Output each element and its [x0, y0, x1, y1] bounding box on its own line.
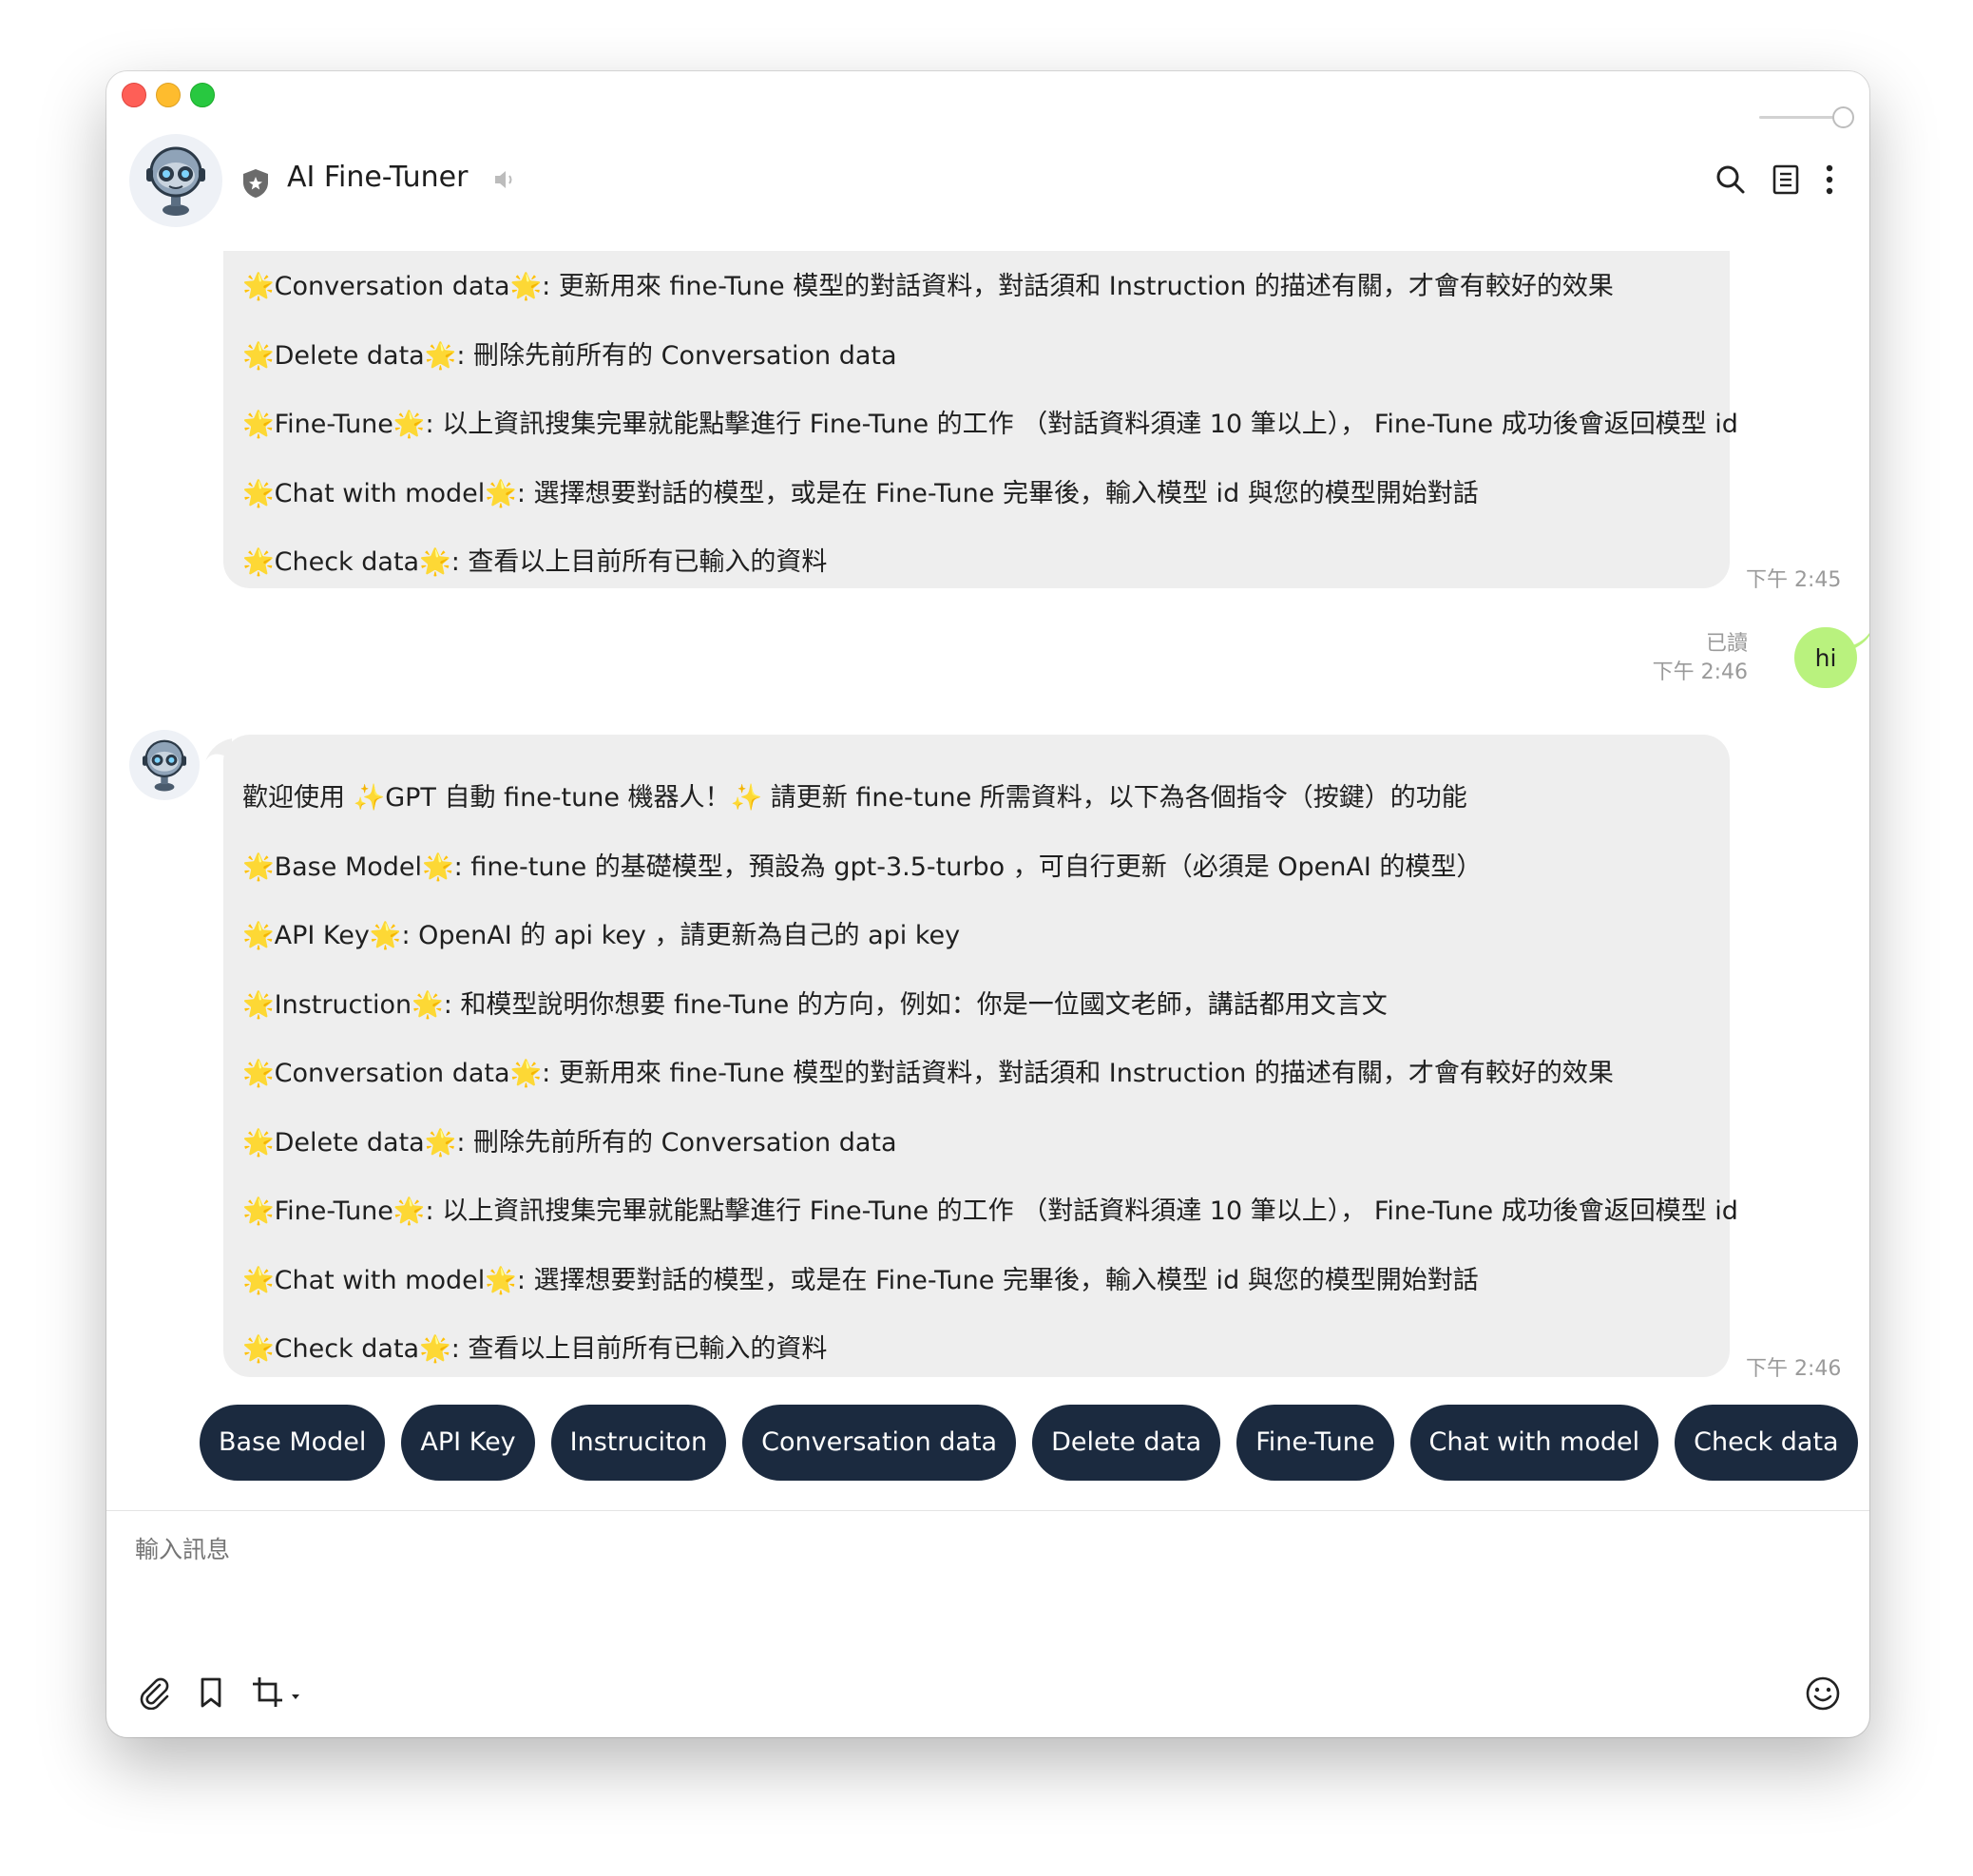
quick-reply-base-model[interactable]: Base Model — [200, 1405, 386, 1481]
minimize-window-button[interactable] — [156, 83, 181, 107]
chat-header: AI Fine-Tuner — [129, 134, 1847, 233]
message-line: 🌟Conversation data🌟: 更新用來 fine-Tune 模型的對… — [242, 272, 1614, 301]
bookmark-icon[interactable] — [194, 1675, 228, 1713]
bot-message-bubble: 歡迎使用 ✨GPT 自動 fine-tune 機器人！✨ 請更新 fine-tu… — [223, 735, 1738, 1377]
read-receipt: 已讀 下午 2:46 — [1653, 630, 1748, 687]
composer-toolbar — [137, 1675, 302, 1713]
message-line: 🌟Instruction🌟: 和模型說明你想要 fine-Tune 的方向，例如… — [242, 989, 1388, 1020]
quick-reply-check-data[interactable]: Check data — [1675, 1405, 1858, 1481]
message-line: 🌟Delete data🌟: 刪除先前所有的 Conversation data — [242, 340, 897, 371]
message-input[interactable] — [133, 1535, 1753, 1564]
quick-reply-api-key[interactable]: API Key — [401, 1405, 535, 1481]
user-message-text: hi — [1814, 643, 1837, 672]
message-line: 🌟Base Model🌟: fine-tune 的基礎模型，預設為 gpt-3.… — [242, 852, 1483, 882]
bot-avatar-small[interactable] — [129, 730, 200, 800]
robot-icon — [146, 146, 205, 216]
notes-icon[interactable] — [1772, 164, 1799, 195]
search-icon[interactable] — [1715, 164, 1746, 195]
more-icon[interactable] — [1826, 164, 1833, 195]
slider-track — [1759, 116, 1841, 119]
message-time: 下午 2:45 — [1746, 568, 1842, 592]
read-status: 已讀 — [1705, 632, 1748, 656]
message-line: 🌟Delete data🌟: 刪除先前所有的 Conversation data — [242, 1127, 897, 1158]
message-line: 🌟API Key🌟: OpenAI 的 api key ，請更新為自己的 api… — [242, 921, 961, 950]
message-time: 下午 2:46 — [1746, 1357, 1842, 1381]
bot-avatar[interactable] — [129, 134, 222, 227]
header-actions — [1715, 164, 1833, 195]
quick-reply-conversation-data[interactable]: Conversation data — [742, 1405, 1017, 1481]
mute-icon[interactable] — [492, 168, 517, 195]
message-time: 下午 2:46 — [1652, 660, 1748, 684]
robot-icon — [142, 739, 187, 792]
message-line: 🌟Check data🌟: 查看以上目前所有已輸入的資料 — [242, 1334, 828, 1364]
message-line: 🌟Conversation data🌟: 更新用來 fine-Tune 模型的對… — [242, 1059, 1614, 1088]
quick-reply-fine-tune[interactable]: Fine-Tune — [1236, 1405, 1394, 1481]
quick-reply-bar: Base Model API Key Instruciton Conversat… — [200, 1405, 1858, 1481]
paperclip-icon[interactable] — [137, 1675, 171, 1713]
shield-icon — [241, 168, 270, 202]
crop-icon[interactable] — [251, 1675, 302, 1713]
quick-reply-delete-data[interactable]: Delete data — [1032, 1405, 1221, 1481]
close-window-button[interactable] — [122, 83, 146, 107]
message-line: 🌟Fine-Tune🌟: 以上資訊搜集完畢就能點擊進行 Fine-Tune 的工… — [242, 410, 1738, 439]
message-line: 🌟Fine-Tune🌟: 以上資訊搜集完畢就能點擊進行 Fine-Tune 的工… — [242, 1196, 1738, 1226]
quick-reply-instruction[interactable]: Instruciton — [550, 1405, 727, 1481]
app-window: AI Fine-Tuner 🌟Conversation data🌟: 更新用來 … — [106, 71, 1869, 1737]
window-controls — [122, 83, 215, 107]
slider-knob[interactable] — [1832, 106, 1854, 128]
message-line: 🌟Check data🌟: 查看以上目前所有已輸入的資料 — [242, 547, 828, 577]
composer-divider — [106, 1510, 1869, 1511]
message-line: 歡迎使用 ✨GPT 自動 fine-tune 機器人！✨ 請更新 fine-tu… — [242, 783, 1467, 813]
zoom-window-button[interactable] — [190, 83, 215, 107]
emoji-icon[interactable] — [1805, 1675, 1841, 1715]
bot-message-bubble: 🌟Conversation data🌟: 更新用來 fine-Tune 模型的對… — [223, 251, 1738, 588]
opacity-slider[interactable] — [1759, 105, 1854, 128]
chat-title: AI Fine-Tuner — [287, 161, 469, 194]
quick-reply-chat-with-model[interactable]: Chat with model — [1409, 1405, 1659, 1481]
message-line: 🌟Chat with model🌟: 選擇想要對話的模型，或是在 Fine-Tu… — [242, 478, 1479, 508]
message-line: 🌟Chat with model🌟: 選擇想要對話的模型，或是在 Fine-Tu… — [242, 1265, 1479, 1295]
bubble-tail — [1846, 632, 1869, 651]
